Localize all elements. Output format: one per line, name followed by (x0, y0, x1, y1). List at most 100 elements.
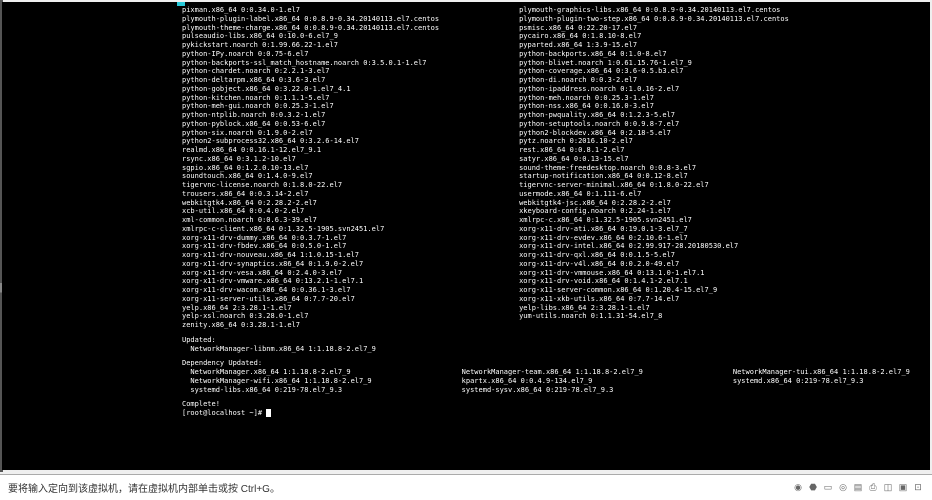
package-line: yelp-libs.x86_64 2:3.28.1-1.el7 (519, 304, 789, 313)
floppy-icon[interactable]: ▭ (822, 482, 834, 494)
updated-header: Updated: (182, 336, 930, 345)
console-output: pixman.x86_64 0:0.34.0-1.el7plymouth-plu… (2, 6, 930, 418)
cursor (266, 409, 271, 417)
camera-icon[interactable]: ▣ (897, 482, 909, 494)
package-line: python-six.noarch 0:1.9.0-2.el7 (182, 129, 439, 138)
package-line: python-di.noarch 0:0.3-2.el7 (519, 76, 789, 85)
dep-line: NetworkManager-team.x86_64 1:1.18.8-2.el… (462, 368, 643, 377)
package-line: webkitgtk4.x86_64 0:2.28.2-2.el7 (182, 199, 439, 208)
package-line: tigervnc-server-minimal.x86_64 0:1.8.0-2… (519, 181, 789, 190)
package-line: xorg-x11-server-utils.x86_64 0:7.7-20.el… (182, 295, 439, 304)
package-line: xorg-x11-drv-v4l.x86_64 0:0.2.0-49.el7 (519, 260, 789, 269)
package-line: webkitgtk4-jsc.x86_64 0:2.28.2-2.el7 (519, 199, 789, 208)
package-line: python-pwquality.x86_64 0:1.2.3-5.el7 (519, 111, 789, 120)
package-line: xorg-x11-xkb-utils.x86_64 0:7.7-14.el7 (519, 295, 789, 304)
vm-status-bar: 要将输入定向到该虚拟机，请在虚拟机内部单击或按 Ctrl+G。 ◉ ⬣ ▭ ◎ … (0, 474, 932, 500)
package-line: xorg-x11-drv-intel.x86_64 0:2.99.917-28.… (519, 242, 789, 251)
package-line: python2-blockdev.x86_64 0:2.18-5.el7 (519, 129, 789, 138)
package-line: xcb-util.x86_64 0:0.4.0-2.el7 (182, 207, 439, 216)
package-line: xmlrpc-c-client.x86_64 0:1.32.5-1905.svn… (182, 225, 439, 234)
package-line: satyr.x86_64 0:0.13-15.el7 (519, 155, 789, 164)
package-line: xorg-x11-drv-vesa.x86_64 0:2.4.0-3.el7 (182, 269, 439, 278)
package-line: usermode.x86_64 0:1.111-6.el7 (519, 190, 789, 199)
dep-line: NetworkManager-wifi.x86_64 1:1.18.8-2.el… (182, 377, 372, 386)
package-line: xorg-x11-drv-nouveau.x86_64 1:1.0.15-1.e… (182, 251, 439, 260)
status-text: 要将输入定向到该虚拟机，请在虚拟机内部单击或按 Ctrl+G。 (8, 480, 280, 495)
package-line: xorg-x11-drv-vmware.x86_64 0:13.2.1-1.el… (182, 277, 439, 286)
dep-line: NetworkManager.x86_64 1:1.18.8-2.el7_9 (182, 368, 372, 377)
package-line: plymouth-plugin-two-step.x86_64 0:0.8.9-… (519, 15, 789, 24)
usb-icon[interactable]: ⎙ (867, 482, 879, 494)
package-line: python-kitchen.noarch 0:1.1.1-5.el7 (182, 94, 439, 103)
package-line: sgpio.x86_64 0:1.2.0.10-13.el7 (182, 164, 439, 173)
package-line: xorg-x11-drv-synaptics.x86_64 0:1.9.0-2.… (182, 260, 439, 269)
package-line: plymouth-plugin-label.x86_64 0:0.8.9-0.3… (182, 15, 439, 24)
disk-icon[interactable]: ⬣ (807, 482, 819, 494)
package-line: python-gobject.x86_64 0:3.22.0-1.el7_4.1 (182, 85, 439, 94)
package-line: pykickstart.noarch 0:1.99.66.22-1.el7 (182, 41, 439, 50)
status-icons: ◉ ⬣ ▭ ◎ ▤ ⎙ ◫ ▣ ⊡ (792, 482, 924, 494)
network-icon[interactable]: ▤ (852, 482, 864, 494)
package-line: xorg-x11-server-common.x86_64 0:1.20.4-1… (519, 286, 789, 295)
package-line: xorg-x11-drv-wacom.x86_64 0:0.36.1-3.el7 (182, 286, 439, 295)
package-line: yelp.x86_64 2:3.28.1-1.el7 (182, 304, 439, 313)
package-line: python-IPy.noarch 0:0.75-6.el7 (182, 50, 439, 59)
package-line: python-ipaddress.noarch 0:1.0.16-2.el7 (519, 85, 789, 94)
package-line: pycairo.x86_64 0:1.8.10-8.el7 (519, 32, 789, 41)
package-line: python-meh.noarch 0:0.25.3-1.el7 (519, 94, 789, 103)
package-line: xmlrpc-c.x86_64 0:1.32.5-1905.svn2451.el… (519, 216, 789, 225)
package-line: rest.x86_64 0:0.8.1-2.el7 (519, 146, 789, 155)
package-line: xorg-x11-drv-fbdev.x86_64 0:0.5.0-1.el7 (182, 242, 439, 251)
vm-console-window[interactable]: pixman.x86_64 0:0.34.0-1.el7plymouth-plu… (2, 2, 930, 470)
package-line: sound-theme-freedesktop.noarch 0:0.8-3.e… (519, 164, 789, 173)
console-marker (177, 2, 185, 6)
package-line: startup-notification.x86_64 0:0.12-8.el7 (519, 172, 789, 181)
package-line: xorg-x11-drv-dummy.x86_64 0:0.3.7-1.el7 (182, 234, 439, 243)
updated-item: NetworkManager-libnm.x86_64 1:1.18.8-2.e… (182, 345, 930, 354)
package-line: zenity.x86_64 0:3.28.1-1.el7 (182, 321, 439, 330)
package-line: trousers.x86_64 0:0.3.14-2.el7 (182, 190, 439, 199)
dep-line: systemd.x86_64 0:219-78.el7_9.3 (733, 377, 910, 386)
package-line: xml-common.noarch 0:0.6.3-39.el7 (182, 216, 439, 225)
package-line: python-setuptools.noarch 0:0.9.8-7.el7 (519, 120, 789, 129)
dep-line: NetworkManager-tui.x86_64 1:1.18.8-2.el7… (733, 368, 910, 377)
package-line: xkeyboard-config.noarch 0:2.24-1.el7 (519, 207, 789, 216)
package-line: yum-utils.noarch 0:1.1.31-54.el7_8 (519, 312, 789, 321)
package-line: python-deltarpm.x86_64 0:3.6-3.el7 (182, 76, 439, 85)
package-line: soundtouch.x86_64 0:1.4.0-9.el7 (182, 172, 439, 181)
cd-icon[interactable]: ◉ (792, 482, 804, 494)
package-line: python2-subprocess32.x86_64 0:3.2.6-14.e… (182, 137, 439, 146)
package-line: python-coverage.x86_64 0:3.6-0.5.b3.el7 (519, 67, 789, 76)
package-line: python-ntplib.noarch 0:0.3.2-1.el7 (182, 111, 439, 120)
package-line: xorg-x11-drv-void.x86_64 0:1.4.1-2.el7.1 (519, 277, 789, 286)
dep-line: systemd-libs.x86_64 0:219-78.el7_9.3 (182, 386, 372, 395)
complete-label: Complete! (182, 400, 930, 409)
package-line: python-backports-ssl_match_hostname.noar… (182, 59, 439, 68)
package-line: plymouth-graphics-libs.x86_64 0:0.8.9-0.… (519, 6, 789, 15)
package-line: python-meh-gui.noarch 0:0.25.3-1.el7 (182, 102, 439, 111)
package-line: python-nss.x86_64 0:0.16.0-3.el7 (519, 102, 789, 111)
cd2-icon[interactable]: ◎ (837, 482, 849, 494)
package-line: xorg-x11-drv-ati.x86_64 0:19.0.1-3.el7_7 (519, 225, 789, 234)
package-line: realmd.x86_64 0:0.16.1-12.el7_9.1 (182, 146, 439, 155)
package-line: pyparted.x86_64 1:3.9-15.el7 (519, 41, 789, 50)
dep-line: kpartx.x86_64 0:0.4.9-134.el7_9 (462, 377, 643, 386)
package-line: pytz.noarch 0:2016.10-2.el7 (519, 137, 789, 146)
lock-icon[interactable]: ⊡ (912, 482, 924, 494)
package-line: tigervnc-license.noarch 0:1.8.0-22.el7 (182, 181, 439, 190)
dep-updated-header: Dependency Updated: (182, 359, 930, 368)
package-line: python-pyblock.x86_64 0:0.53-6.el7 (182, 120, 439, 129)
shell-prompt: [root@localhost ~]# (182, 409, 262, 418)
package-line: python-chardet.noarch 0:2.2.1-3.el7 (182, 67, 439, 76)
sound-icon[interactable]: ◫ (882, 482, 894, 494)
dep-line: systemd-sysv.x86_64 0:219-78.el7_9.3 (462, 386, 643, 395)
package-line: xorg-x11-drv-vmmouse.x86_64 0:13.1.0-1.e… (519, 269, 789, 278)
package-line: pulseaudio-libs.x86_64 0:10.0-6.el7_9 (182, 32, 439, 41)
package-line: yelp-xsl.noarch 0:3.28.0-1.el7 (182, 312, 439, 321)
package-line: pixman.x86_64 0:0.34.0-1.el7 (182, 6, 439, 15)
package-line: rsync.x86_64 0:3.1.2-10.el7 (182, 155, 439, 164)
package-line: xorg-x11-drv-qxl.x86_64 0:0.1.5-5.el7 (519, 251, 789, 260)
package-line: plymouth-theme-charge.x86_64 0:0.8.9-0.3… (182, 24, 439, 33)
package-line: psmisc.x86_64 0:22.20-17.el7 (519, 24, 789, 33)
package-line: python-backports.x86_64 0:1.0-8.el7 (519, 50, 789, 59)
